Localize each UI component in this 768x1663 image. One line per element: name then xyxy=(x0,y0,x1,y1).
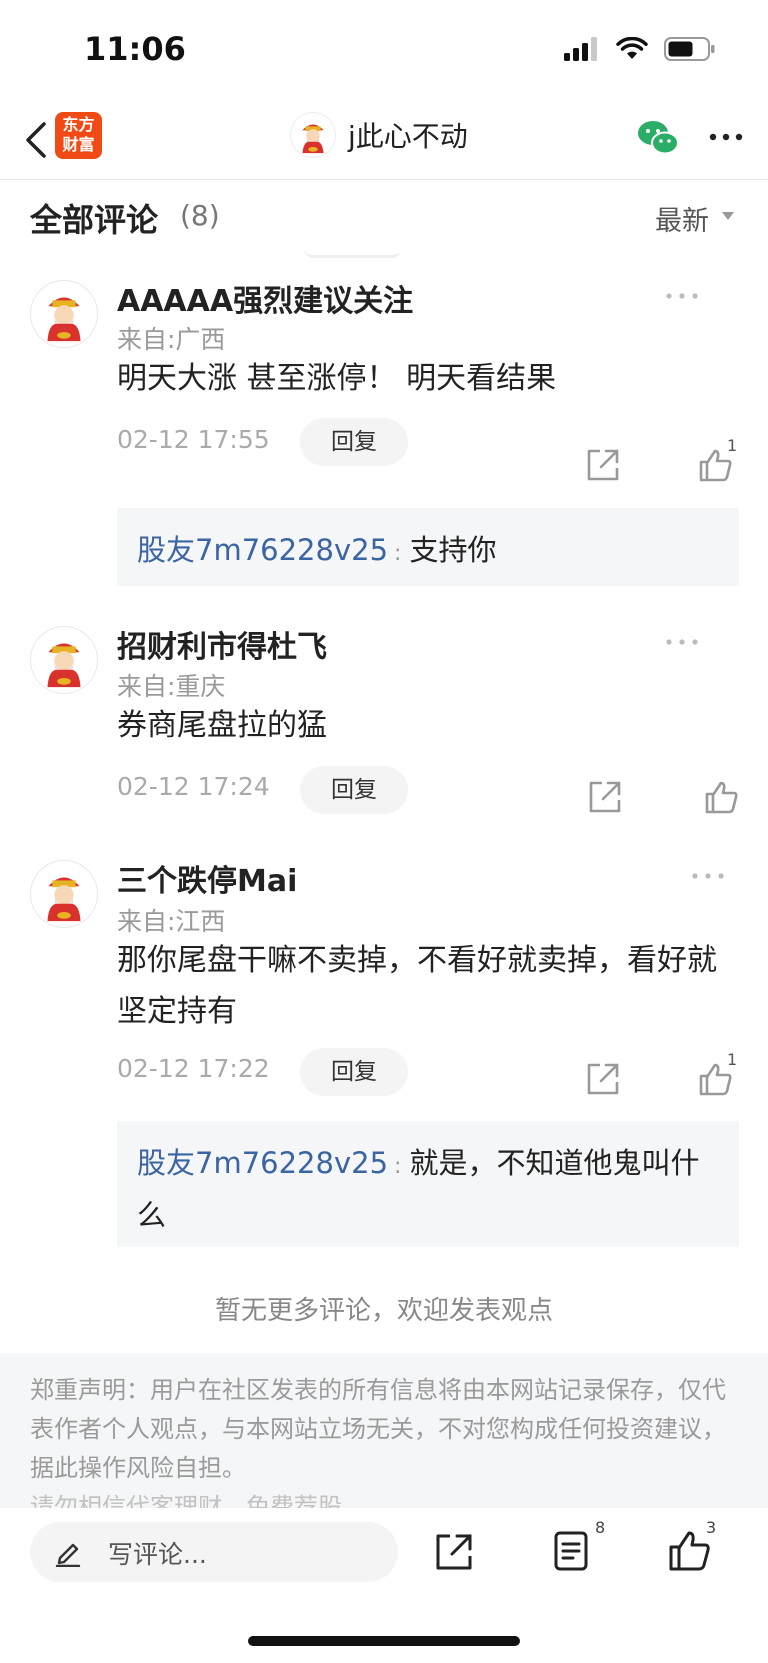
status-bar: 11:06 xyxy=(0,0,768,100)
no-more-comments: 暂无更多评论，欢迎发表观点 xyxy=(214,1296,553,1326)
nav-bar: 东方财富 j此心不动 xyxy=(0,100,768,180)
reply-button[interactable]: 回复 xyxy=(300,1048,408,1096)
reply-separator: : xyxy=(394,1154,402,1179)
disclaimer: 郑重声明：用户在社区发表的所有信息将由本网站记录保存，仅代表作者个人观点，与本网… xyxy=(0,1353,768,1508)
home-indicator xyxy=(248,1636,520,1646)
page: 11:06 东方财富 j此心不动 全部评论 (8) 最新 AAAAA强烈建议关注… xyxy=(0,0,768,1663)
share-icon[interactable] xyxy=(586,448,620,482)
comment-username[interactable]: AAAAA强烈建议关注 xyxy=(117,276,413,320)
thumbs-up-icon[interactable] xyxy=(668,1530,710,1572)
write-comment-input[interactable]: 写评论... xyxy=(30,1522,398,1582)
user-avatar[interactable] xyxy=(30,860,98,928)
comment-username[interactable]: 三个跌停Mai xyxy=(117,856,297,900)
disclaimer-cut-line: 请勿相信代客理财、免费荐股 xyxy=(30,1493,342,1508)
comments-title: 全部评论 xyxy=(30,201,159,239)
reply-box: 股友7m76228v25: 就是，不知道他鬼叫什么 xyxy=(117,1121,739,1247)
reply-separator: : xyxy=(394,541,402,566)
write-comment-placeholder: 写评论... xyxy=(108,1540,207,1569)
nav-author[interactable]: j此心不动 xyxy=(290,112,468,158)
app-logo[interactable]: 东方财富 xyxy=(55,112,102,159)
share-icon[interactable] xyxy=(586,1062,620,1096)
more-dots-icon[interactable] xyxy=(690,870,726,882)
list-icon[interactable] xyxy=(553,1530,589,1572)
comments-header: 全部评论 (8) 最新 xyxy=(0,181,768,251)
more-dots-icon[interactable] xyxy=(664,636,700,648)
status-icons xyxy=(564,36,716,62)
comment-date: 02-12 17:24 xyxy=(117,772,270,801)
reply-text: 支持你 xyxy=(409,533,497,567)
author-avatar xyxy=(290,112,336,158)
comment-text: 明天大涨 甚至涨停！ 明天看结果 xyxy=(117,361,557,396)
reply-username[interactable]: 股友7m76228v25 xyxy=(137,1146,388,1180)
divider xyxy=(305,248,400,258)
share-icon[interactable] xyxy=(434,1532,474,1572)
disclaimer-text: 郑重声明：用户在社区发表的所有信息将由本网站记录保存，仅代表作者个人观点，与本网… xyxy=(30,1376,726,1482)
like-count: 1 xyxy=(727,436,738,455)
sort-selector[interactable]: 最新 xyxy=(655,199,709,238)
comment-location: 来自:广西 xyxy=(117,325,226,354)
back-arrow-icon[interactable] xyxy=(18,118,58,162)
signal-icon xyxy=(564,37,597,61)
reply-button[interactable]: 回复 xyxy=(300,418,408,466)
caret-down-icon[interactable] xyxy=(722,212,734,220)
thumbs-up-icon[interactable] xyxy=(704,780,740,814)
status-time: 11:06 xyxy=(84,30,186,68)
comment-location: 来自:江西 xyxy=(117,907,226,936)
comments-count: (8) xyxy=(180,199,220,232)
nav-title: j此心不动 xyxy=(348,120,468,153)
comment-location: 来自:重庆 xyxy=(117,672,226,701)
more-dots-icon[interactable] xyxy=(664,290,700,302)
comment-text: 券商尾盘拉的猛 xyxy=(117,708,327,743)
app-logo-text: 东方财富 xyxy=(62,115,95,154)
more-dots-icon[interactable] xyxy=(708,122,744,152)
like-count-badge: 3 xyxy=(706,1518,717,1537)
reply-box: 股友7m76228v25: 支持你 xyxy=(117,508,739,586)
user-avatar[interactable] xyxy=(30,626,98,694)
wifi-icon xyxy=(616,37,648,59)
reply-username[interactable]: 股友7m76228v25 xyxy=(137,533,388,567)
share-icon[interactable] xyxy=(588,780,622,814)
user-avatar[interactable] xyxy=(30,280,98,348)
comment-count-badge: 8 xyxy=(595,1518,606,1537)
comment-text: 那你尾盘干嘛不卖掉，不看好就卖掉，看好就坚定持有 xyxy=(117,943,717,1029)
comment-date: 02-12 17:22 xyxy=(117,1054,270,1083)
pencil-icon xyxy=(55,1543,81,1567)
comment-date: 02-12 17:55 xyxy=(117,425,270,454)
wechat-icon[interactable] xyxy=(636,118,680,156)
like-count: 1 xyxy=(727,1050,738,1069)
reply-button[interactable]: 回复 xyxy=(300,766,408,814)
battery-icon xyxy=(664,37,715,61)
comment-username[interactable]: 招财利市得杜飞 xyxy=(117,622,327,666)
